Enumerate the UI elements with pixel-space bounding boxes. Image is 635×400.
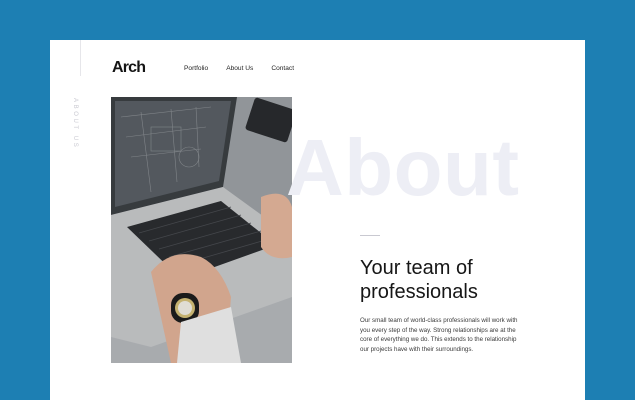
laptop-workspace-image [111,97,292,363]
side-divider [80,40,81,76]
heading-line-2: professionals [360,281,478,303]
about-watermark: About [286,128,520,208]
brand-logo[interactable]: Arch [112,59,146,77]
side-section-label: ABOUT US [72,98,78,150]
heading-line-1: Your team of [360,257,473,279]
about-paragraph: Our small team of world-class profession… [360,317,518,353]
nav-link-contact[interactable]: Contact [271,65,294,72]
section-heading: Your team of professionals [360,256,560,304]
main-nav: Portfolio About Us Contact [184,65,294,72]
heading-divider [360,235,380,236]
page-card: ABOUT US Arch Portfolio About Us Contact [50,40,585,400]
nav-link-portfolio[interactable]: Portfolio [184,65,208,72]
hero-photo [111,97,292,363]
nav-link-about-us[interactable]: About Us [226,65,253,72]
watermark-text: About [286,123,520,212]
